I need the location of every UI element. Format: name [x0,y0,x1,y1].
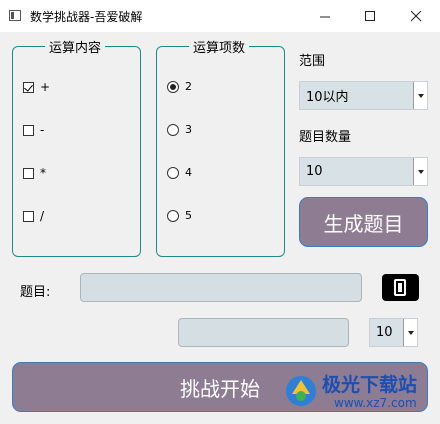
count-select[interactable]: 10 [299,157,428,186]
answer-input[interactable] [178,318,349,347]
count-select-chevron-down-icon[interactable] [413,158,427,185]
start-challenge-button[interactable]: 挑战开始 [12,362,428,412]
radio-terms-5-circle[interactable] [167,209,179,222]
minimize-icon [319,16,330,17]
radio-terms-4-label: 4 [185,166,192,179]
checkbox-multiply[interactable]: * [23,166,46,180]
timer-select-chevron-down-icon[interactable] [403,319,417,346]
radio-terms-3[interactable]: 3 [167,123,192,136]
timer-select[interactable]: 10 [369,318,418,347]
operations-group: 运算内容 + - * / [12,37,141,257]
operations-group-title: 运算内容 [45,37,106,56]
radio-terms-5[interactable]: 5 [167,209,192,222]
checkbox-subtract[interactable]: - [23,123,44,137]
radio-terms-2-circle[interactable] [167,80,179,93]
maximize-icon [364,10,375,21]
question-label: 题目: [20,285,51,300]
minimize-button[interactable] [302,0,348,32]
checkbox-add-label: + [40,80,51,94]
window-title: 数学挑战器-吾爱破解 [30,10,143,24]
checkbox-subtract-box[interactable] [23,124,34,136]
checkbox-multiply-label: * [40,166,46,180]
toggle-icon[interactable] [382,274,419,301]
radio-terms-4-circle[interactable] [167,166,179,179]
radio-terms-3-circle[interactable] [167,123,179,136]
timer-select-value: 10 [376,325,393,340]
maximize-button[interactable] [347,0,393,32]
generate-button[interactable]: 生成题目 [299,197,428,247]
checkbox-subtract-label: - [40,123,45,137]
radio-terms-2[interactable]: 2 [167,80,192,93]
count-select-value: 10 [306,164,323,179]
checkbox-divide-box[interactable] [23,210,34,222]
checkbox-divide[interactable]: / [23,209,44,223]
range-label: 范围 [299,54,326,69]
count-label: 题目数量 [299,130,352,145]
checkbox-add-box[interactable] [23,81,34,93]
close-button[interactable] [393,0,439,32]
checkbox-add[interactable]: + [23,80,50,94]
title-bar: 数学挑战器-吾爱破解 [0,0,440,32]
range-select-chevron-down-icon[interactable] [413,82,427,109]
question-field[interactable] [80,273,362,302]
toggle-icon-knob [398,283,402,292]
close-icon [410,10,421,21]
terms-group: 运算项数 2 3 4 5 [156,37,285,257]
checkbox-multiply-box[interactable] [23,167,34,179]
radio-terms-2-label: 2 [185,80,192,93]
checkbox-divide-label: / [40,209,45,223]
radio-terms-4[interactable]: 4 [167,166,192,179]
radio-terms-3-label: 3 [185,123,192,136]
terms-group-title: 运算项数 [189,37,250,56]
range-select-value: 10以内 [306,90,349,105]
radio-terms-5-label: 5 [185,209,192,222]
app-icon [9,10,21,21]
range-select[interactable]: 10以内 [299,81,428,110]
